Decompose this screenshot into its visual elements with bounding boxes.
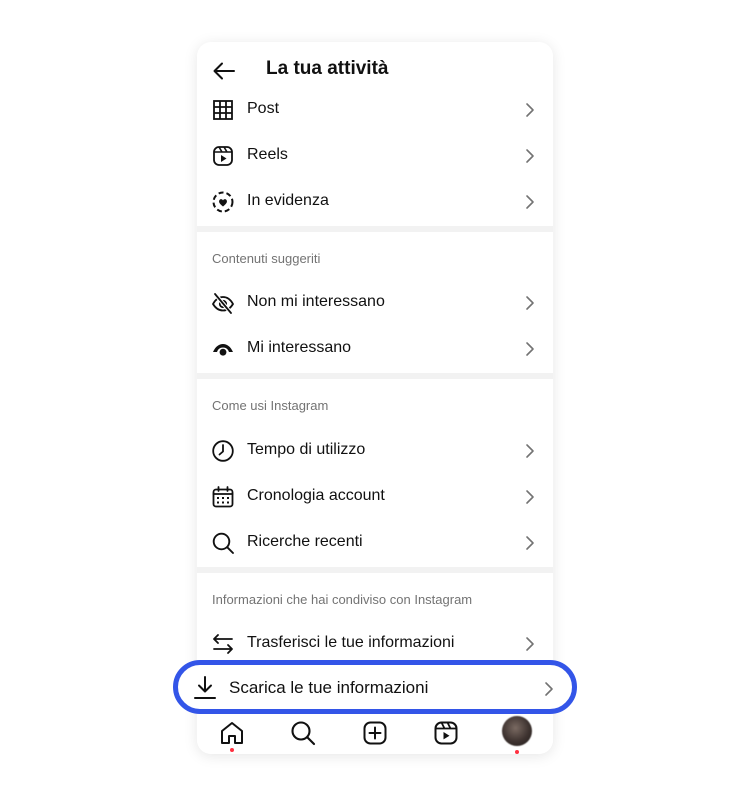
menu-item-label: Scarica le tue informazioni — [229, 678, 429, 697]
menu-item-recent-searches[interactable]: Ricerche recenti — [197, 520, 553, 566]
nav-create[interactable] — [362, 720, 388, 746]
page-title: La tua attività — [266, 58, 389, 79]
clock-icon — [212, 440, 234, 462]
chevron-right-icon — [526, 149, 534, 163]
notification-dot — [230, 748, 234, 752]
highlight-heart-icon — [212, 191, 234, 213]
activity-panel: La tua attività Post Reels In evidenza C… — [197, 42, 553, 754]
menu-item-label: Cronologia account — [247, 487, 385, 504]
search-icon — [291, 721, 316, 746]
arrow-left-icon — [213, 62, 235, 80]
chevron-right-icon — [526, 195, 534, 209]
menu-item-post[interactable]: Post — [197, 87, 553, 133]
menu-item-time-spent[interactable]: Tempo di utilizzo — [197, 428, 553, 474]
menu-item-label: Reels — [247, 146, 288, 163]
chevron-right-icon — [526, 444, 534, 458]
home-icon — [221, 722, 243, 744]
section-title-suggested: Contenuti suggeriti — [212, 251, 321, 266]
transfer-arrows-icon — [213, 634, 233, 654]
notification-dot — [515, 750, 519, 754]
menu-item-label: Tempo di utilizzo — [247, 441, 366, 458]
divider — [197, 567, 553, 573]
section-title-usage: Come usi Instagram — [212, 398, 329, 413]
chevron-right-icon — [526, 296, 534, 310]
create-icon — [363, 721, 387, 745]
search-icon — [212, 532, 234, 554]
menu-item-label: Non mi interessano — [247, 293, 385, 310]
reels-icon — [434, 721, 458, 745]
menu-item-label: In evidenza — [247, 192, 329, 209]
back-button[interactable] — [211, 58, 237, 84]
menu-item-label: Ricerche recenti — [247, 533, 363, 550]
chevron-right-icon — [526, 637, 534, 651]
reels-icon — [213, 146, 233, 166]
divider — [197, 226, 553, 232]
nav-search[interactable] — [290, 720, 316, 746]
menu-item-label: Trasferisci le tue informazioni — [247, 634, 455, 651]
chevron-right-icon — [526, 103, 534, 117]
menu-item-interested[interactable]: Mi interessano — [197, 326, 553, 372]
menu-item-label: Post — [247, 100, 280, 117]
menu-item-label: Mi interessano — [247, 339, 352, 356]
nav-reels[interactable] — [433, 720, 459, 746]
chevron-right-icon — [545, 682, 553, 696]
calendar-icon — [212, 486, 234, 508]
chevron-right-icon — [526, 536, 534, 550]
divider — [197, 373, 553, 379]
eye-icon — [213, 344, 233, 356]
chevron-right-icon — [526, 342, 534, 356]
nav-home[interactable] — [219, 720, 245, 752]
section-title-info: Informazioni che hai condiviso con Insta… — [212, 592, 473, 607]
menu-item-not-interested[interactable]: Non mi interessano — [197, 280, 553, 326]
menu-item-reels[interactable]: Reels — [197, 133, 553, 179]
profile-avatar[interactable] — [502, 716, 532, 746]
menu-item-download-info[interactable]: Scarica le tue informazioni — [173, 660, 577, 714]
menu-item-account-history[interactable]: Cronologia account — [197, 474, 553, 520]
menu-item-highlights[interactable]: In evidenza — [197, 179, 553, 225]
grid-icon — [213, 100, 233, 120]
chevron-right-icon — [526, 490, 534, 504]
download-icon — [194, 676, 216, 699]
eye-off-icon — [211, 292, 235, 315]
bottom-nav — [197, 710, 553, 754]
